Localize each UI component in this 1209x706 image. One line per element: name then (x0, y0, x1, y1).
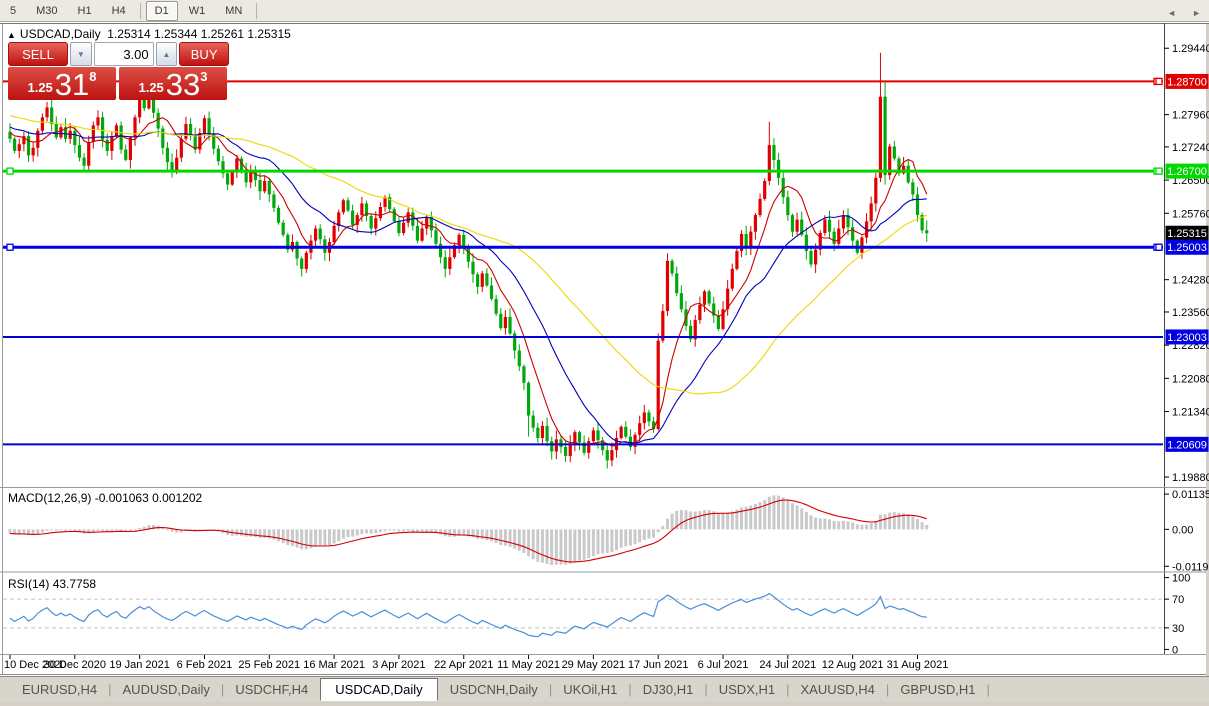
volume-increase-button[interactable]: ▲ (155, 42, 178, 66)
svg-text:1.19880: 1.19880 (1172, 472, 1209, 484)
svg-text:1.27240: 1.27240 (1172, 142, 1209, 154)
chart-tab-XAUUSD-H4[interactable]: XAUUSD,H4 (791, 679, 885, 700)
buy-price-prefix: 1.25 (138, 80, 164, 95)
svg-text:1.28700: 1.28700 (1167, 76, 1207, 88)
chart-tab-USDCHF-H4[interactable]: USDCHF,H4 (225, 679, 318, 700)
svg-text:1.23560: 1.23560 (1172, 307, 1209, 319)
buy-button[interactable]: BUY (179, 42, 229, 66)
timeframe-button-W1[interactable]: W1 (180, 1, 215, 21)
macd-name: MACD(12,26,9) (8, 491, 92, 505)
svg-text:25 Feb 2021: 25 Feb 2021 (238, 659, 300, 671)
price-tag-1.25315: 1.25315 (1165, 225, 1209, 241)
trading-terminal-window: 5 M30 H1 H4 D1 W1 MN 1.29440 1.27960 1.27240 1.26… (0, 0, 1209, 706)
rsi-name: RSI(14) (8, 577, 50, 591)
svg-text:11 May 2021: 11 May 2021 (497, 659, 560, 671)
svg-text:1.29440: 1.29440 (1172, 43, 1209, 55)
one-click-trading-panel: SELL ▼ ▲ BUY 1.25 31 8 1.25 33 3 (8, 42, 229, 100)
toolbar-separator (256, 2, 258, 19)
macd-indicator-label: MACD(12,26,9) -0.001063 0.001202 (8, 491, 202, 505)
chart-tab-GBPUSD-H1[interactable]: GBPUSD,H1 (890, 679, 985, 700)
price-tag-1.23003: 1.23003 (1165, 329, 1209, 345)
svg-text:1.25315: 1.25315 (1167, 228, 1207, 240)
sell-button[interactable]: SELL (8, 42, 68, 66)
volume-decrease-button[interactable]: ▼ (70, 42, 92, 66)
sell-price-pipette: 8 (89, 69, 97, 84)
svg-text:17 Jun 2021: 17 Jun 2021 (628, 659, 689, 671)
tab-scroll-right-icon[interactable]: ► (1192, 8, 1201, 18)
svg-text:1.21340: 1.21340 (1172, 407, 1209, 419)
chart-tab-UKOil-H1[interactable]: UKOil,H1 (553, 679, 627, 700)
chart-symbol-period: USDCAD,Daily (19, 27, 101, 41)
svg-text:24 Jul 2021: 24 Jul 2021 (759, 659, 816, 671)
svg-text:29 May 2021: 29 May 2021 (562, 659, 626, 671)
chart-tab-USDCAD-Daily[interactable]: USDCAD,Daily (320, 678, 438, 701)
volume-input[interactable] (93, 42, 154, 66)
svg-text:3 Apr 2021: 3 Apr 2021 (372, 659, 425, 671)
sell-quote-button[interactable]: 1.25 31 8 (8, 67, 116, 100)
chart-tab-USDCNH-Daily[interactable]: USDCNH,Daily (440, 679, 548, 700)
svg-text:1.27960: 1.27960 (1172, 110, 1209, 122)
buy-price-pipette: 3 (200, 69, 208, 84)
svg-text:1.23003: 1.23003 (1167, 332, 1207, 344)
svg-text:30 Dec 2020: 30 Dec 2020 (44, 659, 106, 671)
chart-tab-USDX-H1[interactable]: USDX,H1 (709, 679, 785, 700)
svg-text:12 Aug 2021: 12 Aug 2021 (822, 659, 884, 671)
macd-value-1: -0.001063 (94, 491, 149, 505)
tab-scroll-buttons: ◄ ► (1167, 8, 1201, 18)
svg-text:22 Apr 2021: 22 Apr 2021 (434, 659, 493, 671)
svg-text:6 Jul 2021: 6 Jul 2021 (698, 659, 749, 671)
svg-text:100: 100 (1172, 573, 1190, 585)
svg-text:0.01135: 0.01135 (1172, 489, 1209, 501)
buy-price-big-digits: 33 (165, 67, 201, 102)
timeframe-button-H4[interactable]: H4 (103, 1, 135, 21)
tab-scroll-left-icon[interactable]: ◄ (1167, 8, 1176, 18)
chart-ohlc-values: 1.25314 1.25344 1.25261 1.25315 (107, 27, 291, 41)
macd-value-2: 0.001202 (152, 491, 203, 505)
collapse-panel-icon[interactable]: ▲ (7, 30, 16, 40)
price-chart-canvas[interactable]: 1.294401.279601.272401.265001.257601.242… (0, 0, 1209, 706)
svg-text:1.22080: 1.22080 (1172, 373, 1209, 385)
chart-tab-AUDUSD-Daily[interactable]: AUDUSD,Daily (113, 679, 220, 700)
timeframe-toolbar: 5 M30 H1 H4 D1 W1 MN (0, 0, 1209, 22)
timeframe-button-MN[interactable]: MN (216, 1, 251, 21)
timeframe-button-5[interactable]: 5 (1, 1, 25, 21)
svg-text:1.25760: 1.25760 (1172, 208, 1209, 220)
rsi-indicator-label: RSI(14) 43.7758 (8, 577, 96, 591)
buy-quote-button[interactable]: 1.25 33 3 (119, 67, 227, 100)
timeframe-button-H1[interactable]: H1 (69, 1, 101, 21)
timeframe-button-D1[interactable]: D1 (145, 0, 178, 21)
svg-text:30: 30 (1172, 623, 1184, 635)
svg-text:1.24280: 1.24280 (1172, 275, 1209, 287)
chart-tab-DJ30-H1[interactable]: DJ30,H1 (633, 679, 704, 700)
chart-tab-bar: EURUSD,H4 | AUDUSD,Daily | USDCHF,H4 USDCAD,D… (0, 676, 1209, 702)
chart-tab-EURUSD-H4[interactable]: EURUSD,H4 (12, 679, 107, 700)
toolbar-separator (139, 2, 141, 19)
svg-text:1.25003: 1.25003 (1167, 242, 1207, 254)
svg-text:19 Jan 2021: 19 Jan 2021 (109, 659, 170, 671)
timeframe-button-M30[interactable]: M30 (27, 1, 66, 21)
status-strip (0, 702, 1209, 706)
svg-text:1.26700: 1.26700 (1167, 166, 1207, 178)
svg-text:70: 70 (1172, 594, 1184, 606)
svg-text:-0.01190: -0.01190 (1172, 561, 1209, 573)
svg-text:1.20609: 1.20609 (1167, 439, 1207, 451)
rsi-value: 43.7758 (52, 577, 97, 591)
sell-price-prefix: 1.25 (27, 80, 53, 95)
tab-separator: | (986, 682, 990, 697)
sell-price-big-digits: 31 (54, 67, 90, 102)
chart-title-bar: ▲ USDCAD,Daily 1.25314 1.25344 1.25261 1.… (7, 27, 291, 41)
svg-text:16 Mar 2021: 16 Mar 2021 (303, 659, 365, 671)
svg-text:6 Feb 2021: 6 Feb 2021 (177, 659, 233, 671)
svg-text:0.00: 0.00 (1172, 524, 1193, 536)
svg-text:31 Aug 2021: 31 Aug 2021 (887, 659, 949, 671)
price-tag-1.20609: 1.20609 (1165, 436, 1209, 452)
